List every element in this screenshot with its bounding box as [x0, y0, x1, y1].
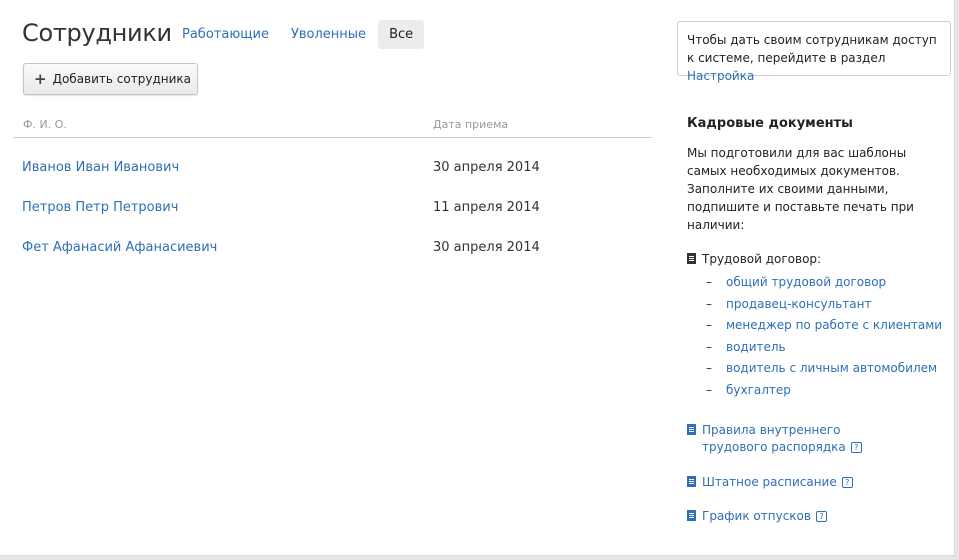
table-row: Иванов Иван Иванович 30 апреля 2014 — [0, 160, 652, 180]
employee-name-link[interactable]: Фет Афанасий Афанасиевич — [22, 240, 217, 255]
internal-rules-link[interactable]: Правила внутреннего — [702, 423, 840, 437]
contract-link-sales[interactable]: продавец-консультант — [726, 296, 871, 318]
employment-contract-group: Трудовой договор: — [687, 252, 821, 266]
help-icon[interactable]: ? — [850, 442, 862, 453]
page-title: Сотрудники — [22, 19, 172, 47]
employee-name-link[interactable]: Петров Петр Петрович — [22, 200, 178, 215]
tab-dismissed[interactable]: Уволенные — [281, 20, 376, 49]
hr-documents-description: Мы подготовили для вас шаблоны самых нео… — [687, 146, 914, 232]
help-icon[interactable]: ? — [841, 477, 853, 488]
hr-documents-title: Кадровые документы — [687, 116, 853, 131]
document-icon — [687, 476, 696, 487]
list-item: – общий трудовой договор — [706, 274, 942, 296]
tab-working[interactable]: Работающие — [172, 20, 279, 49]
contract-link-driver-car[interactable]: водитель с личным автомобилем — [726, 360, 937, 382]
list-item: – водитель — [706, 339, 942, 361]
vacation-schedule-link[interactable]: График отпусков — [702, 509, 811, 523]
employee-name-link[interactable]: Иванов Иван Иванович — [22, 160, 179, 175]
page: Сотрудники Работающие Уволенные Все + До… — [0, 0, 955, 556]
vacation-schedule-item: График отпусков? — [687, 508, 827, 525]
tab-all[interactable]: Все — [378, 20, 425, 49]
list-item: – продавец-консультант — [706, 296, 942, 318]
list-item: – менеджер по работе с клиентами — [706, 317, 942, 339]
hire-date: 30 апреля 2014 — [433, 160, 540, 175]
table-row: Фет Афанасий Афанасиевич 30 апреля 2014 — [0, 240, 652, 260]
list-item: – водитель с личным автомобилем — [706, 360, 942, 382]
document-icon — [687, 510, 696, 521]
list-dash: – — [706, 318, 712, 332]
employment-contract-title: Трудовой договор: — [702, 252, 822, 266]
filter-tabs: Работающие Уволенные Все — [172, 20, 426, 49]
internal-rules-item: Правила внутреннего трудового распорядка… — [687, 422, 862, 456]
staffing-link[interactable]: Штатное расписание — [702, 475, 837, 489]
list-dash: – — [706, 382, 712, 397]
help-icon[interactable]: ? — [815, 511, 827, 522]
contract-link-accountant[interactable]: бухгалтер — [726, 382, 791, 404]
column-header-name: Ф. И. О. — [23, 118, 67, 131]
contract-link-general[interactable]: общий трудовой договор — [726, 274, 886, 296]
contract-link-manager[interactable]: менеджер по работе с клиентами — [726, 317, 942, 339]
contract-link-driver[interactable]: водитель — [726, 339, 786, 361]
hire-date: 30 апреля 2014 — [433, 240, 540, 255]
access-info-text: Чтобы дать своим сотрудникам доступ к си… — [687, 33, 937, 65]
add-employee-button[interactable]: + Добавить сотрудника — [23, 63, 198, 95]
table-header-divider — [13, 137, 652, 138]
list-dash: – — [706, 361, 712, 375]
list-dash: – — [706, 275, 712, 289]
list-dash: – — [706, 296, 712, 311]
document-icon — [687, 424, 696, 435]
table-row: Петров Петр Петрович 11 апреля 2014 — [0, 200, 652, 220]
document-icon — [687, 253, 696, 264]
hire-date: 11 апреля 2014 — [433, 200, 540, 215]
list-dash: – — [706, 339, 712, 354]
add-employee-label: Добавить сотрудника — [52, 72, 191, 86]
list-item: – бухгалтер — [706, 382, 942, 404]
settings-link[interactable]: Настройка — [687, 69, 754, 83]
access-info-box: Чтобы дать своим сотрудникам доступ к си… — [677, 21, 951, 83]
plus-icon: + — [34, 69, 47, 88]
column-header-date: Дата приема — [433, 118, 509, 131]
staffing-item: Штатное расписание? — [687, 474, 853, 491]
internal-rules-link-line2[interactable]: трудового распорядка — [702, 440, 846, 454]
contract-templates-list: – общий трудовой договор – продавец-консул… — [706, 274, 942, 403]
